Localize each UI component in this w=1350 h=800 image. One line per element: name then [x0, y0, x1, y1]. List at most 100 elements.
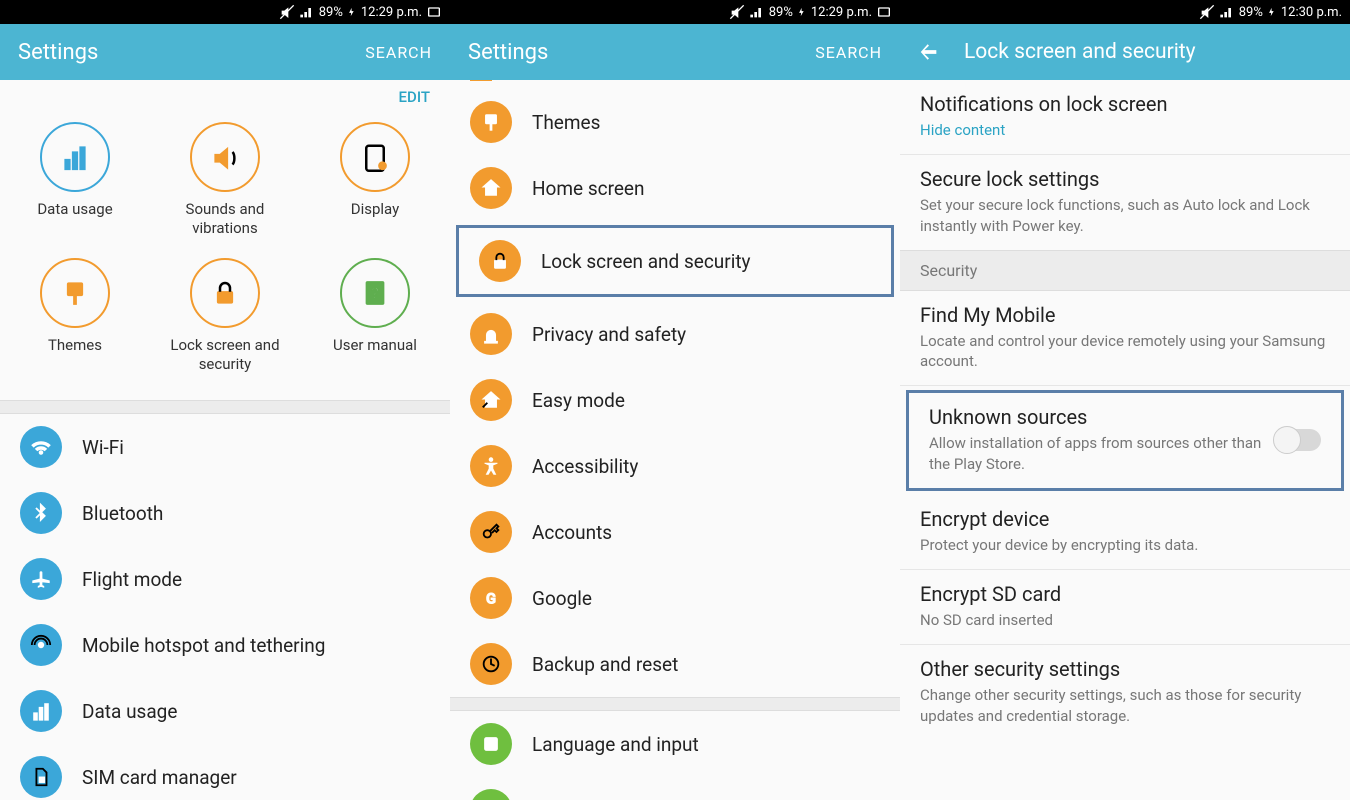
- list-item-brush[interactable]: Themes: [450, 89, 900, 155]
- row-subtitle: No SD card inserted: [920, 610, 1330, 630]
- list-item-access[interactable]: Accessibility: [450, 433, 900, 499]
- mute-icon: [1199, 4, 1215, 20]
- list-item-label: Accounts: [532, 521, 612, 544]
- bolt-icon: [1267, 5, 1277, 19]
- list-item-wallpaper[interactable]: Wallpaper: [450, 80, 900, 89]
- status-bar: 89% 12:29 p.m.: [0, 0, 450, 24]
- panel-lock-screen-security: 89% 12:30 p.m. Lock screen and security …: [900, 0, 1350, 800]
- backup-icon: [470, 643, 512, 685]
- list-item-siren[interactable]: Privacy and safety: [450, 301, 900, 367]
- list-item-label: Language and input: [532, 733, 699, 756]
- panel-settings-quick: 89% 12:29 p.m. Settings SEARCH EDIT Data…: [0, 0, 450, 800]
- google-icon: [470, 577, 512, 619]
- list-item-label: Wi-Fi: [82, 436, 124, 459]
- list-item-wifi[interactable]: Wi-Fi: [0, 414, 450, 480]
- brush-icon: [470, 101, 512, 143]
- row-subtitle: Hide content: [920, 120, 1330, 140]
- list-item-label: Themes: [532, 111, 600, 134]
- search-button[interactable]: SEARCH: [365, 43, 432, 62]
- signal-icon: [1219, 4, 1235, 20]
- row-other-security[interactable]: Other security settings Change other sec…: [900, 645, 1350, 740]
- row-encrypt-sd[interactable]: Encrypt SD card No SD card inserted: [900, 570, 1350, 645]
- row-title: Encrypt device: [920, 507, 1330, 531]
- list-item-easy[interactable]: Easy mode: [450, 367, 900, 433]
- highlight-lock-screen: Lock screen and security: [456, 225, 894, 297]
- status-bar: 89% 12:29 p.m.: [450, 0, 900, 24]
- list-item-bt[interactable]: Bluetooth: [0, 480, 450, 546]
- quick-lock[interactable]: Lock screen and security: [150, 252, 300, 388]
- back-button[interactable]: [918, 41, 940, 63]
- row-secure-lock[interactable]: Secure lock settings Set your secure loc…: [900, 155, 1350, 250]
- toggle-unknown-sources[interactable]: [1275, 429, 1321, 451]
- list-item-lock[interactable]: Lock screen and security: [459, 228, 891, 294]
- bolt-icon: [347, 5, 357, 19]
- header: Settings SEARCH: [0, 24, 450, 80]
- row-subtitle: Allow installation of apps from sources …: [929, 433, 1263, 474]
- home-icon: [470, 167, 512, 209]
- bars-icon: [20, 690, 62, 732]
- mute-icon: [279, 4, 295, 20]
- row-notifications-lock[interactable]: Notifications on lock screen Hide conten…: [900, 80, 1350, 155]
- bars-icon: [40, 122, 110, 192]
- row-find-my-mobile[interactable]: Find My Mobile Locate and control your d…: [900, 291, 1350, 387]
- list-item-label: Bluetooth: [82, 502, 163, 525]
- brush-icon: [40, 258, 110, 328]
- row-encrypt-device[interactable]: Encrypt device Protect your device by en…: [900, 495, 1350, 570]
- edit-button[interactable]: EDIT: [0, 80, 450, 108]
- battery-pct: 89%: [319, 5, 343, 20]
- quick-bars[interactable]: Data usage: [0, 116, 150, 252]
- siren-icon: [470, 313, 512, 355]
- lang-icon: [470, 723, 512, 765]
- card-icon: [426, 4, 442, 20]
- quick-speaker[interactable]: Sounds and vibrations: [150, 116, 300, 252]
- list-item-google[interactable]: Google: [450, 565, 900, 631]
- lock-icon: [190, 258, 260, 328]
- list-item-label: SIM card manager: [82, 766, 237, 789]
- quick-item-label: Lock screen and security: [154, 336, 296, 374]
- list-item-label: Backup and reset: [532, 653, 678, 676]
- status-time: 12:29 p.m.: [811, 5, 872, 20]
- speaker-icon: [190, 122, 260, 192]
- manual-icon: [340, 258, 410, 328]
- list-item-label: Privacy and safety: [532, 323, 686, 346]
- row-subtitle: Locate and control your device remotely …: [920, 331, 1330, 372]
- row-subtitle: Protect your device by encrypting its da…: [920, 535, 1330, 555]
- quick-item-label: Display: [351, 200, 399, 238]
- list-item-battery[interactable]: Battery: [450, 777, 900, 800]
- list-item-label: Easy mode: [532, 389, 625, 412]
- status-bar: 89% 12:30 p.m.: [900, 0, 1350, 24]
- list-item-plane[interactable]: Flight mode: [0, 546, 450, 612]
- bt-icon: [20, 492, 62, 534]
- page-title: Settings: [18, 40, 365, 65]
- row-subtitle: Set your secure lock functions, such as …: [920, 195, 1330, 236]
- row-unknown-sources[interactable]: Unknown sources Allow installation of ap…: [909, 393, 1341, 488]
- list-item-hotspot[interactable]: Mobile hotspot and tethering: [0, 612, 450, 678]
- list-item-lang[interactable]: Language and input: [450, 711, 900, 777]
- hotspot-icon: [20, 624, 62, 666]
- lock-icon: [479, 240, 521, 282]
- page-title: Lock screen and security: [964, 40, 1332, 64]
- signal-icon: [299, 4, 315, 20]
- list-item-bars[interactable]: Data usage: [0, 678, 450, 744]
- row-title: Notifications on lock screen: [920, 92, 1330, 116]
- list-item-key[interactable]: Accounts: [450, 499, 900, 565]
- card-icon: [876, 4, 892, 20]
- search-button[interactable]: SEARCH: [815, 43, 882, 62]
- list-item-label: Data usage: [82, 700, 177, 723]
- signal-icon: [749, 4, 765, 20]
- list-item-sim[interactable]: SIM card manager: [0, 744, 450, 800]
- row-title: Unknown sources: [929, 405, 1263, 429]
- row-title: Secure lock settings: [920, 167, 1330, 191]
- divider: [450, 697, 900, 711]
- list-item-label: Mobile hotspot and tethering: [82, 634, 325, 657]
- quick-display[interactable]: Display: [300, 116, 450, 252]
- quick-brush[interactable]: Themes: [0, 252, 150, 388]
- list-item-home[interactable]: Home screen: [450, 155, 900, 221]
- header: Settings SEARCH: [450, 24, 900, 80]
- wifi-icon: [20, 426, 62, 468]
- page-title: Settings: [468, 40, 815, 65]
- quick-item-label: Themes: [48, 336, 102, 374]
- quick-manual[interactable]: User manual: [300, 252, 450, 388]
- display-icon: [340, 122, 410, 192]
- list-item-backup[interactable]: Backup and reset: [450, 631, 900, 697]
